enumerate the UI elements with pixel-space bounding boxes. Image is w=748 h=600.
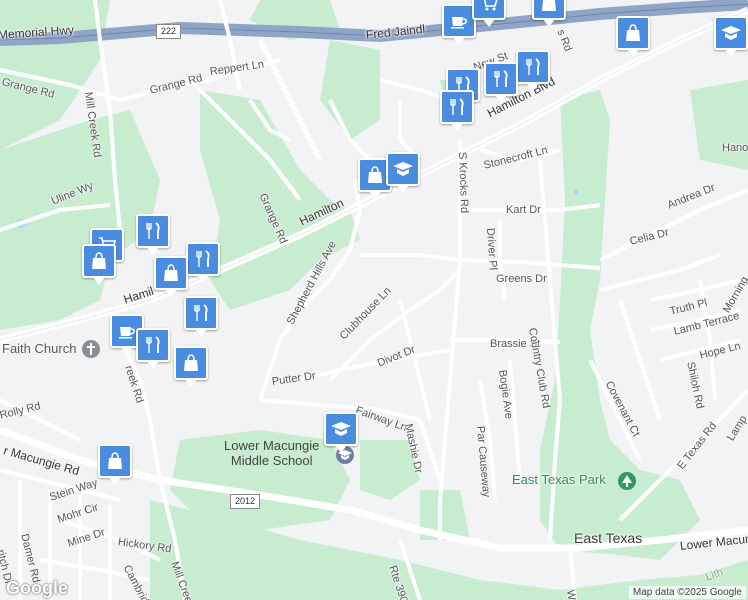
church-label: Faith Church — [2, 341, 77, 356]
restaurant-pin-icon[interactable] — [516, 50, 550, 91]
school-pin-icon[interactable] — [324, 412, 358, 453]
shopping-bag-pin-icon[interactable] — [82, 244, 116, 285]
shopping-bag-pin-icon[interactable] — [532, 0, 566, 27]
shopping-cart-pin-icon[interactable] — [472, 0, 506, 27]
street-label: Greens Dr — [496, 273, 547, 285]
map-view[interactable]: 222 2012 Memorial Hwy Fred Jaindl Repper… — [0, 0, 748, 600]
park-poi-icon[interactable] — [618, 472, 636, 490]
street-label: Kart Dr — [506, 204, 541, 216]
shopping-bag-pin-icon[interactable] — [174, 346, 208, 387]
restaurant-pin-icon[interactable] — [136, 328, 170, 369]
restaurant-pin-icon[interactable] — [136, 214, 170, 255]
route-222-shield: 222 — [156, 24, 182, 39]
park-label: East Texas Park — [512, 472, 606, 487]
restaurant-pin-icon[interactable] — [186, 242, 220, 283]
street-label: Hano — [722, 142, 748, 154]
google-logo: Google — [6, 578, 68, 598]
map-copyright[interactable]: Map data ©2025 Google — [628, 586, 746, 599]
town-label: East Texas — [574, 530, 643, 546]
school-pin-icon[interactable] — [714, 16, 748, 57]
shopping-bag-pin-icon[interactable] — [616, 16, 650, 57]
street-label: S Krocks Rd — [456, 151, 471, 214]
church-poi-icon[interactable] — [82, 340, 100, 358]
street-label: W — [564, 589, 578, 600]
route-2012-shield: 2012 — [230, 494, 261, 509]
shopping-bag-pin-icon[interactable] — [98, 444, 132, 485]
shopping-bag-pin-icon[interactable] — [154, 256, 188, 297]
restaurant-pin-icon[interactable] — [184, 296, 218, 337]
school-label: Lower Macungie Middle School — [224, 438, 320, 468]
restaurant-pin-icon[interactable] — [484, 62, 518, 103]
restaurant-pin-icon[interactable] — [440, 90, 474, 131]
coffee-pin-icon[interactable] — [442, 4, 476, 45]
school-pin-icon[interactable] — [386, 152, 420, 193]
